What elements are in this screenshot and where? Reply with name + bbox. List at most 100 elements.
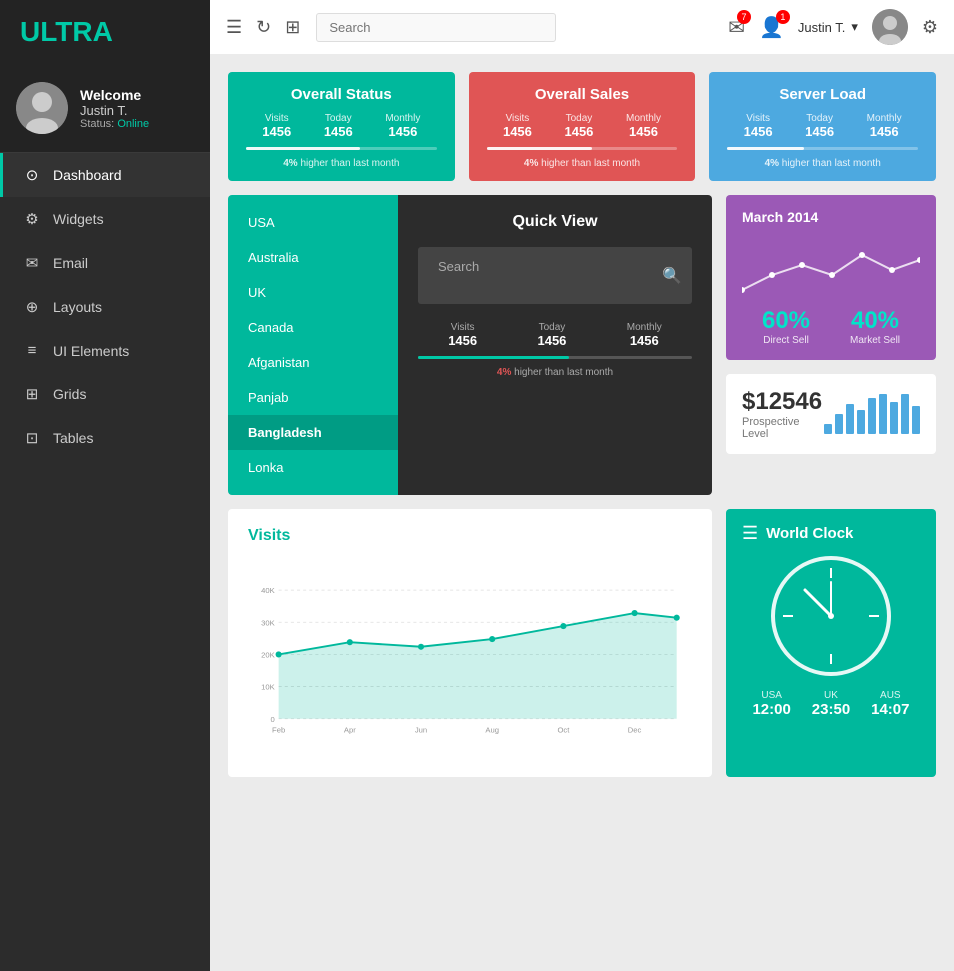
svg-text:Aug: Aug	[485, 725, 499, 734]
logo-ltra: LTRA	[40, 16, 113, 47]
sidebar-item-label: Dashboard	[53, 167, 122, 183]
visits-chart: 40K 30K 20K 10K 0	[248, 559, 692, 759]
svg-text:30K: 30K	[261, 618, 275, 627]
country-afganistan[interactable]: Afganistan	[228, 345, 398, 380]
quick-view-title: Quick View	[418, 213, 692, 231]
stat-bar	[246, 147, 437, 150]
svg-text:Jun: Jun	[415, 725, 427, 734]
clock-face	[771, 556, 891, 676]
tables-icon: ⊡	[23, 429, 41, 447]
sidebar-item-ui-elements[interactable]: ≡ UI Elements	[0, 329, 210, 372]
chevron-down-icon: ▾	[851, 19, 858, 35]
bar-9	[912, 406, 920, 434]
stats-row: Overall Status Visits 1456 Today 1456 Mo…	[228, 72, 936, 181]
notification-btn-2[interactable]: 👤 1	[759, 15, 784, 40]
quick-view-search-input[interactable]	[428, 253, 662, 280]
stat-row-1: Visits 1456 Today 1456 Monthly 1456	[246, 113, 437, 139]
sidebar-item-tables[interactable]: ⊡ Tables	[0, 416, 210, 460]
direct-sell-stat: 60% Direct Sell	[762, 307, 810, 346]
market-sell-label: Market Sell	[850, 335, 900, 346]
dashboard-icon: ⊙	[23, 166, 41, 184]
wc-time-uk: UK 23:50	[812, 690, 850, 718]
main-content: ☰ ↻ ⊞ ✉ 7 👤 1 Justin T. ▾ ⚙	[210, 0, 954, 971]
country-usa[interactable]: USA	[228, 205, 398, 240]
search-input[interactable]	[316, 13, 556, 42]
bar-1	[824, 424, 832, 434]
country-australia[interactable]: Australia	[228, 240, 398, 275]
widgets-icon: ⚙	[23, 210, 41, 228]
ui-icon: ≡	[23, 342, 41, 359]
sidebar-item-label: UI Elements	[53, 343, 129, 359]
sidebar-item-email[interactable]: ✉ Email	[0, 241, 210, 285]
country-quickview: USA Australia UK Canada Afganistan Panja…	[228, 195, 712, 495]
server-load-card: Server Load Visits1456 Today1456 Monthly…	[709, 72, 936, 181]
direct-sell-label: Direct Sell	[762, 335, 810, 346]
svg-text:Feb: Feb	[272, 725, 285, 734]
sidebar-item-dashboard[interactable]: ⊙ Dashboard	[0, 153, 210, 197]
server-load-title: Server Load	[727, 86, 918, 103]
quick-view-panel: Quick View 🔍 Visits1456 Today1456 Monthl…	[398, 195, 712, 495]
sidebar-item-label: Layouts	[53, 299, 102, 315]
avatar	[16, 82, 68, 134]
direct-sell-pct: 60%	[762, 307, 810, 335]
bar-4	[857, 410, 865, 434]
user-avatar-top	[872, 9, 908, 45]
visits-title: Visits	[248, 527, 692, 545]
monthly-stat: Monthly 1456	[385, 113, 420, 139]
march-chart	[742, 235, 920, 295]
sidebar-item-layouts[interactable]: ⊕ Layouts	[0, 285, 210, 329]
visits-stat: Visits 1456	[262, 113, 291, 139]
user-menu-btn[interactable]: Justin T. ▾	[798, 19, 858, 35]
topbar-username: Justin T.	[798, 20, 845, 35]
sidebar-nav: ⊙ Dashboard ⚙ Widgets ✉ Email ⊕ Layouts …	[0, 153, 210, 460]
quick-view-search-wrapper: 🔍	[418, 247, 692, 304]
visits-card: Visits 40K 30K 20K 10K 0	[228, 509, 712, 777]
prospective-label: Prospective Level	[742, 416, 824, 440]
content-area: Overall Status Visits 1456 Today 1456 Mo…	[210, 54, 954, 971]
sidebar: ULTRA Welcome Justin T. Status: Online ⊙…	[0, 0, 210, 971]
country-panjab[interactable]: Panjab	[228, 380, 398, 415]
sidebar-item-widgets[interactable]: ⚙ Widgets	[0, 197, 210, 241]
status-value: Online	[117, 118, 149, 130]
sidebar-item-label: Widgets	[53, 211, 104, 227]
bar-6	[879, 394, 887, 434]
grid-icon[interactable]: ⊞	[285, 17, 300, 38]
topbar: ☰ ↻ ⊞ ✉ 7 👤 1 Justin T. ▾ ⚙	[210, 0, 954, 54]
user-info: Welcome Justin T. Status: Online	[80, 87, 149, 130]
prospective-card: $12546 Prospective Level	[726, 374, 936, 454]
notification-btn-1[interactable]: ✉ 7	[728, 15, 745, 40]
user-welcome: Welcome	[80, 87, 149, 103]
overall-status-title: Overall Status	[246, 86, 437, 103]
wc-time-aus: AUS 14:07	[871, 690, 909, 718]
country-canada[interactable]: Canada	[228, 310, 398, 345]
email-icon: ✉	[23, 254, 41, 272]
sidebar-item-label: Email	[53, 255, 88, 271]
bar-2	[835, 414, 843, 434]
sidebar-item-grids[interactable]: ⊞ Grids	[0, 372, 210, 416]
svg-text:Oct: Oct	[557, 725, 570, 734]
bottom-row: Visits 40K 30K 20K 10K 0	[228, 509, 936, 777]
prospective-bar-chart	[824, 394, 920, 434]
world-clock-times: USA 12:00 UK 23:50 AUS 14:07	[742, 690, 920, 718]
refresh-icon[interactable]: ↻	[256, 17, 271, 38]
country-uk[interactable]: UK	[228, 275, 398, 310]
country-bangladesh[interactable]: Bangladesh	[228, 415, 398, 450]
svg-text:Dec: Dec	[628, 725, 642, 734]
settings-icon[interactable]: ⚙	[922, 17, 938, 38]
search-icon: 🔍	[662, 266, 682, 286]
notification-badge-1: 7	[737, 10, 751, 24]
middle-row: USA Australia UK Canada Afganistan Panja…	[228, 195, 936, 495]
hamburger-menu-icon: ☰	[742, 523, 758, 544]
hamburger-icon[interactable]: ☰	[226, 17, 242, 38]
prospective-amount: $12546	[742, 388, 824, 416]
country-list: USA Australia UK Canada Afganistan Panja…	[228, 195, 398, 495]
market-sell-pct: 40%	[850, 307, 900, 335]
topbar-search-area	[316, 13, 712, 42]
grids-icon: ⊞	[23, 385, 41, 403]
qv-stats: Visits1456 Today1456 Monthly1456	[418, 322, 692, 348]
topbar-icons: ☰ ↻ ⊞	[226, 17, 300, 38]
overall-sales-title: Overall Sales	[487, 86, 678, 103]
bar-5	[868, 398, 876, 434]
country-lonka[interactable]: Lonka	[228, 450, 398, 485]
user-profile: Welcome Justin T. Status: Online	[0, 64, 210, 153]
